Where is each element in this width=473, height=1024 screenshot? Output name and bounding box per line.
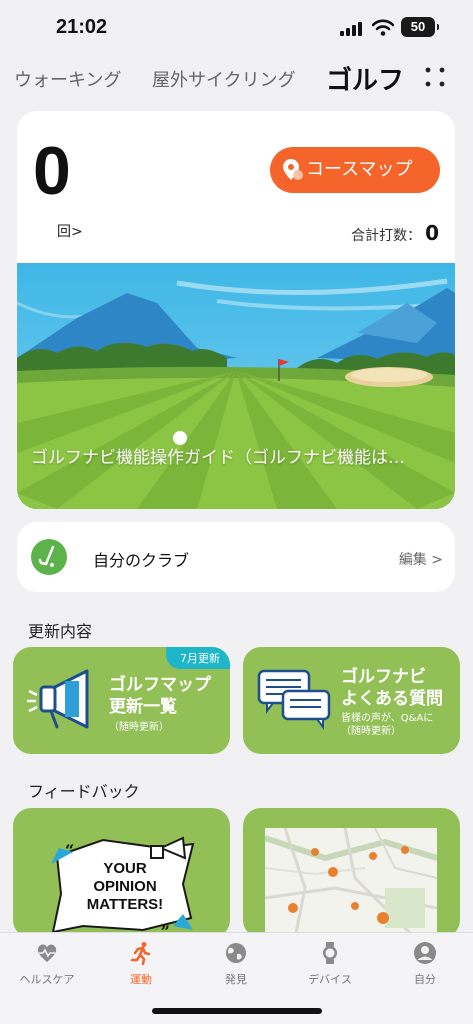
svg-text:„: „: [161, 913, 170, 932]
course-map-button[interactable]: コースマップ: [270, 147, 440, 193]
nav-discover-label: 発見: [225, 973, 247, 986]
feedback-opinion-tile[interactable]: “ „ YOUR OPINION MATTERS!: [13, 808, 230, 938]
banner-caption: ゴルフナビ機能操作ガイド（ゴルフナビ機能は…: [31, 448, 405, 468]
total-strokes: 合計打数： 0: [351, 221, 439, 245]
round-count: 0: [33, 133, 71, 209]
tab-golf[interactable]: ゴルフ: [326, 60, 404, 97]
poster-line-2: OPINION: [93, 878, 157, 895]
nav-discover[interactable]: 発見: [189, 941, 283, 987]
nav-devices-label: デバイス: [308, 973, 352, 986]
golf-course-illustration: [17, 263, 455, 509]
home-indicator: [152, 1008, 322, 1014]
updates-section-title: 更新内容: [28, 622, 93, 641]
feedback-section-title: フィードバック: [28, 782, 140, 801]
golf-score-card: 0 回> コースマップ 合計打数： 0 ゴルフナビ機能操作ガイド（ゴルフナビ機能…: [17, 111, 455, 509]
tile1-title-line1: ゴルフマップ: [109, 675, 211, 695]
nav-me-label: 自分: [414, 973, 436, 986]
battery-icon: 50: [401, 17, 439, 37]
rounds-link[interactable]: 回>: [57, 221, 83, 241]
nav-devices[interactable]: デバイス: [283, 941, 377, 987]
poster-line-1: YOUR: [103, 860, 147, 877]
course-map-label: コースマップ: [306, 159, 413, 180]
tile2-subtitle-line1: 皆様の声が、Q&Aに: [341, 713, 434, 724]
signal-icon: [340, 22, 362, 36]
nav-exercise-label: 運動: [130, 973, 152, 986]
watch-icon: [323, 942, 337, 964]
grid-menu-icon[interactable]: [424, 66, 446, 88]
tile2-subtitle-line2: （随時更新）: [341, 726, 401, 737]
feedback-map-tile[interactable]: [243, 808, 460, 938]
tab-outdoor-cycling[interactable]: 屋外サイクリング: [152, 66, 296, 92]
total-strokes-value: 0: [425, 221, 439, 245]
sport-tabs: ウォーキング 屋外サイクリング ゴルフ: [0, 58, 473, 97]
map-pin-icon: [283, 159, 303, 180]
svg-text:“: “: [65, 841, 74, 860]
chat-bubbles-icon: [257, 669, 331, 730]
update-month-badge: 7月更新: [166, 647, 230, 669]
golf-map-updates-tile[interactable]: 7月更新 ゴルフマップ 更新一覧 （随時更新）: [13, 647, 230, 754]
golf-nav-faq-tile[interactable]: ゴルフナビ よくある質問 皆様の声が、Q&Aに （随時更新）: [243, 647, 460, 754]
nav-me[interactable]: 自分: [378, 941, 472, 987]
tile2-title-line2: よくある質問: [341, 689, 443, 709]
tile1-title-line2: 更新一覧: [109, 697, 177, 717]
golf-club-icon: [31, 539, 67, 575]
status-bar: 21:02 50: [0, 0, 473, 54]
my-clubs-row[interactable]: 自分のクラブ 編集 >: [17, 522, 455, 592]
tab-walking[interactable]: ウォーキング: [14, 66, 121, 92]
nav-healthcare-label: ヘルスケア: [19, 973, 75, 986]
wifi-icon: [372, 19, 394, 36]
person-icon: [414, 942, 436, 964]
poster-line-3: MATTERS!: [86, 896, 164, 913]
nav-healthcare[interactable]: ヘルスケア: [0, 941, 94, 987]
globe-icon: [226, 943, 246, 963]
golf-guide-banner[interactable]: ゴルフナビ機能操作ガイド（ゴルフナビ機能は…: [17, 263, 455, 509]
running-icon: [130, 942, 151, 965]
tile1-subtitle: （随時更新）: [109, 722, 169, 733]
course-map-illustration: [265, 828, 437, 938]
my-clubs-label: 自分のクラブ: [93, 551, 190, 570]
megaphone-icon: [27, 669, 89, 729]
tile2-title-line1: ゴルフナビ: [341, 667, 426, 687]
total-strokes-label: 合計打数：: [351, 228, 422, 244]
nav-exercise[interactable]: 運動: [94, 941, 188, 987]
heart-icon: [37, 944, 57, 962]
edit-clubs-link[interactable]: 編集 >: [399, 549, 443, 569]
status-time: 21:02: [56, 16, 108, 38]
